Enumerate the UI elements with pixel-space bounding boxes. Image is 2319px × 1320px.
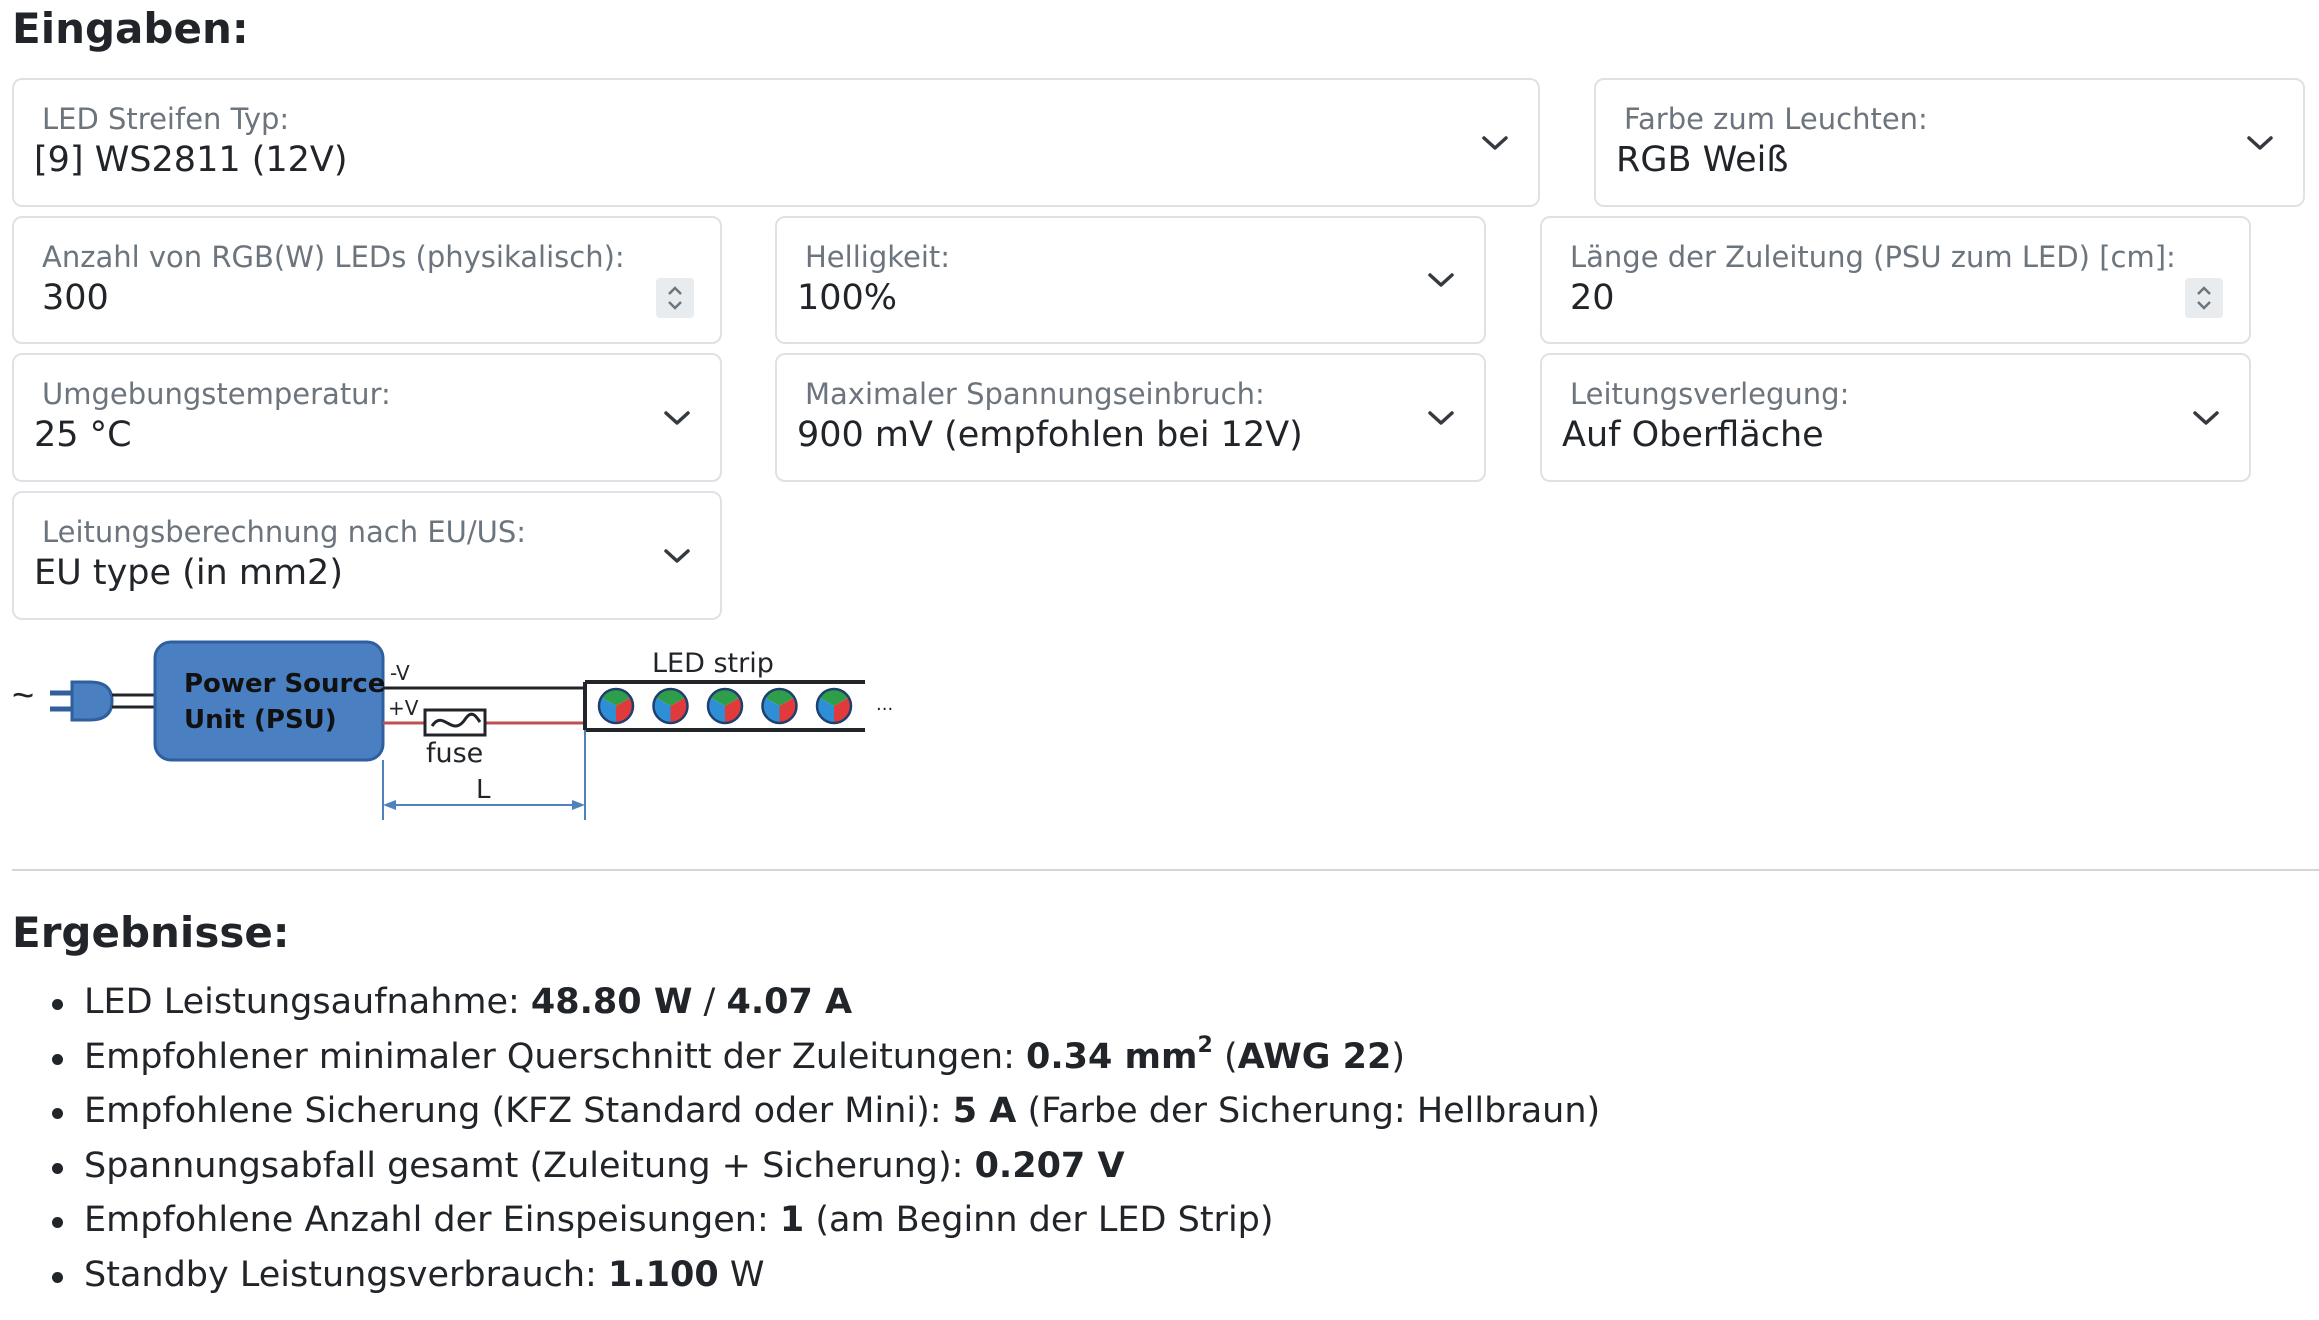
negative-label: -V — [390, 661, 410, 685]
brightness-value: 100% — [797, 278, 898, 318]
rgb-led-icon — [815, 687, 853, 725]
chevron-down-icon — [2247, 135, 2273, 150]
chevron-down-icon — [1428, 273, 1454, 287]
result-power: LED Leistungsaufnahme: 48.80 W / 4.07 A — [0, 975, 1600, 1030]
chevron-down-icon — [2193, 410, 2219, 425]
wiring-diagram: ~ Power Source Unit (PSU) -V +V fuse LED… — [12, 640, 893, 820]
chevron-down-icon — [664, 410, 690, 425]
lead-length-label: Länge der Zuleitung (PSU zum LED) [cm]: — [1570, 240, 2176, 274]
spinner-arrows-icon — [2197, 286, 2211, 310]
led-count-value: 300 — [42, 278, 109, 318]
led-type-label: LED Streifen Typ: — [42, 102, 290, 136]
ambient-temp-label: Umgebungstemperatur: — [42, 377, 391, 411]
number-spinner[interactable] — [2185, 278, 2223, 318]
brightness-label: Helligkeit: — [805, 240, 951, 274]
led-type-select[interactable]: LED Streifen Typ: [9] WS2811 (12V) — [12, 78, 1540, 207]
psu-box: Power Source Unit (PSU) — [153, 640, 385, 762]
cable-standard-label: Leitungsberechnung nach EU/US: — [42, 515, 527, 549]
results-heading: Ergebnisse: — [12, 908, 290, 957]
fuse-icon — [423, 708, 487, 737]
spinner-arrows-icon — [668, 286, 682, 310]
power-plug-icon — [50, 680, 155, 722]
ambient-temp-value: 25 °C — [34, 415, 132, 455]
led-type-value: [9] WS2811 (12V) — [34, 140, 348, 180]
led-count-input[interactable]: Anzahl von RGB(W) LEDs (physikalisch): 3… — [12, 216, 722, 344]
color-label: Farbe zum Leuchten: — [1624, 102, 1928, 136]
result-voltage-drop: Spannungsabfall gesamt (Zuleitung + Sich… — [0, 1139, 1600, 1194]
voltage-drop-value: 900 mV (empfohlen bei 12V) — [797, 415, 1303, 455]
cable-routing-label: Leitungsverlegung: — [1570, 377, 1850, 411]
brightness-select[interactable]: Helligkeit: 100% — [775, 216, 1486, 344]
length-label: L — [476, 775, 491, 805]
results-list: LED Leistungsaufnahme: 48.80 W / 4.07 A … — [0, 975, 1600, 1303]
strip-ellipsis: ... — [876, 694, 893, 715]
psu-label-line2: Unit (PSU) — [184, 705, 337, 735]
fuse-label: fuse — [426, 738, 483, 769]
ac-symbol: ~ — [12, 675, 34, 717]
result-feed-points: Empfohlene Anzahl der Einspeisungen: 1 (… — [0, 1193, 1600, 1248]
led-strip-label: LED strip — [652, 648, 774, 679]
led-group — [597, 687, 853, 725]
lead-length-input[interactable]: Länge der Zuleitung (PSU zum LED) [cm]: … — [1540, 216, 2251, 344]
rgb-led-icon — [597, 687, 635, 725]
section-divider — [12, 869, 2319, 871]
voltage-drop-select[interactable]: Maximaler Spannungseinbruch: 900 mV (emp… — [775, 353, 1486, 482]
rgb-led-icon — [761, 687, 798, 725]
result-cross-section: Empfohlener minimaler Querschnitt der Zu… — [0, 1030, 1600, 1085]
color-select[interactable]: Farbe zum Leuchten: RGB Weiß — [1594, 78, 2305, 207]
color-value: RGB Weiß — [1616, 140, 1789, 180]
rgb-led-icon — [652, 687, 689, 725]
chevron-down-icon — [664, 548, 690, 563]
led-count-label: Anzahl von RGB(W) LEDs (physikalisch): — [42, 240, 625, 274]
cable-routing-value: Auf Oberfläche — [1562, 415, 1824, 455]
chevron-down-icon — [1482, 135, 1508, 150]
positive-label: +V — [388, 696, 419, 720]
psu-label-line1: Power Source — [184, 669, 385, 699]
inputs-heading: Eingaben: — [12, 4, 249, 53]
ambient-temp-select[interactable]: Umgebungstemperatur: 25 °C — [12, 353, 722, 482]
number-spinner[interactable] — [656, 278, 694, 318]
lead-length-value: 20 — [1570, 278, 1615, 318]
result-fuse: Empfohlene Sicherung (KFZ Standard oder … — [0, 1084, 1600, 1139]
cable-standard-value: EU type (in mm2) — [34, 553, 343, 593]
chevron-down-icon — [1428, 410, 1454, 425]
result-standby-power: Standby Leistungsverbrauch: 1.100 W — [0, 1248, 1600, 1303]
voltage-drop-label: Maximaler Spannungseinbruch: — [805, 377, 1265, 411]
cable-standard-select[interactable]: Leitungsberechnung nach EU/US: EU type (… — [12, 491, 722, 620]
cable-routing-select[interactable]: Leitungsverlegung: Auf Oberfläche — [1540, 353, 2251, 482]
rgb-led-icon — [706, 687, 744, 725]
